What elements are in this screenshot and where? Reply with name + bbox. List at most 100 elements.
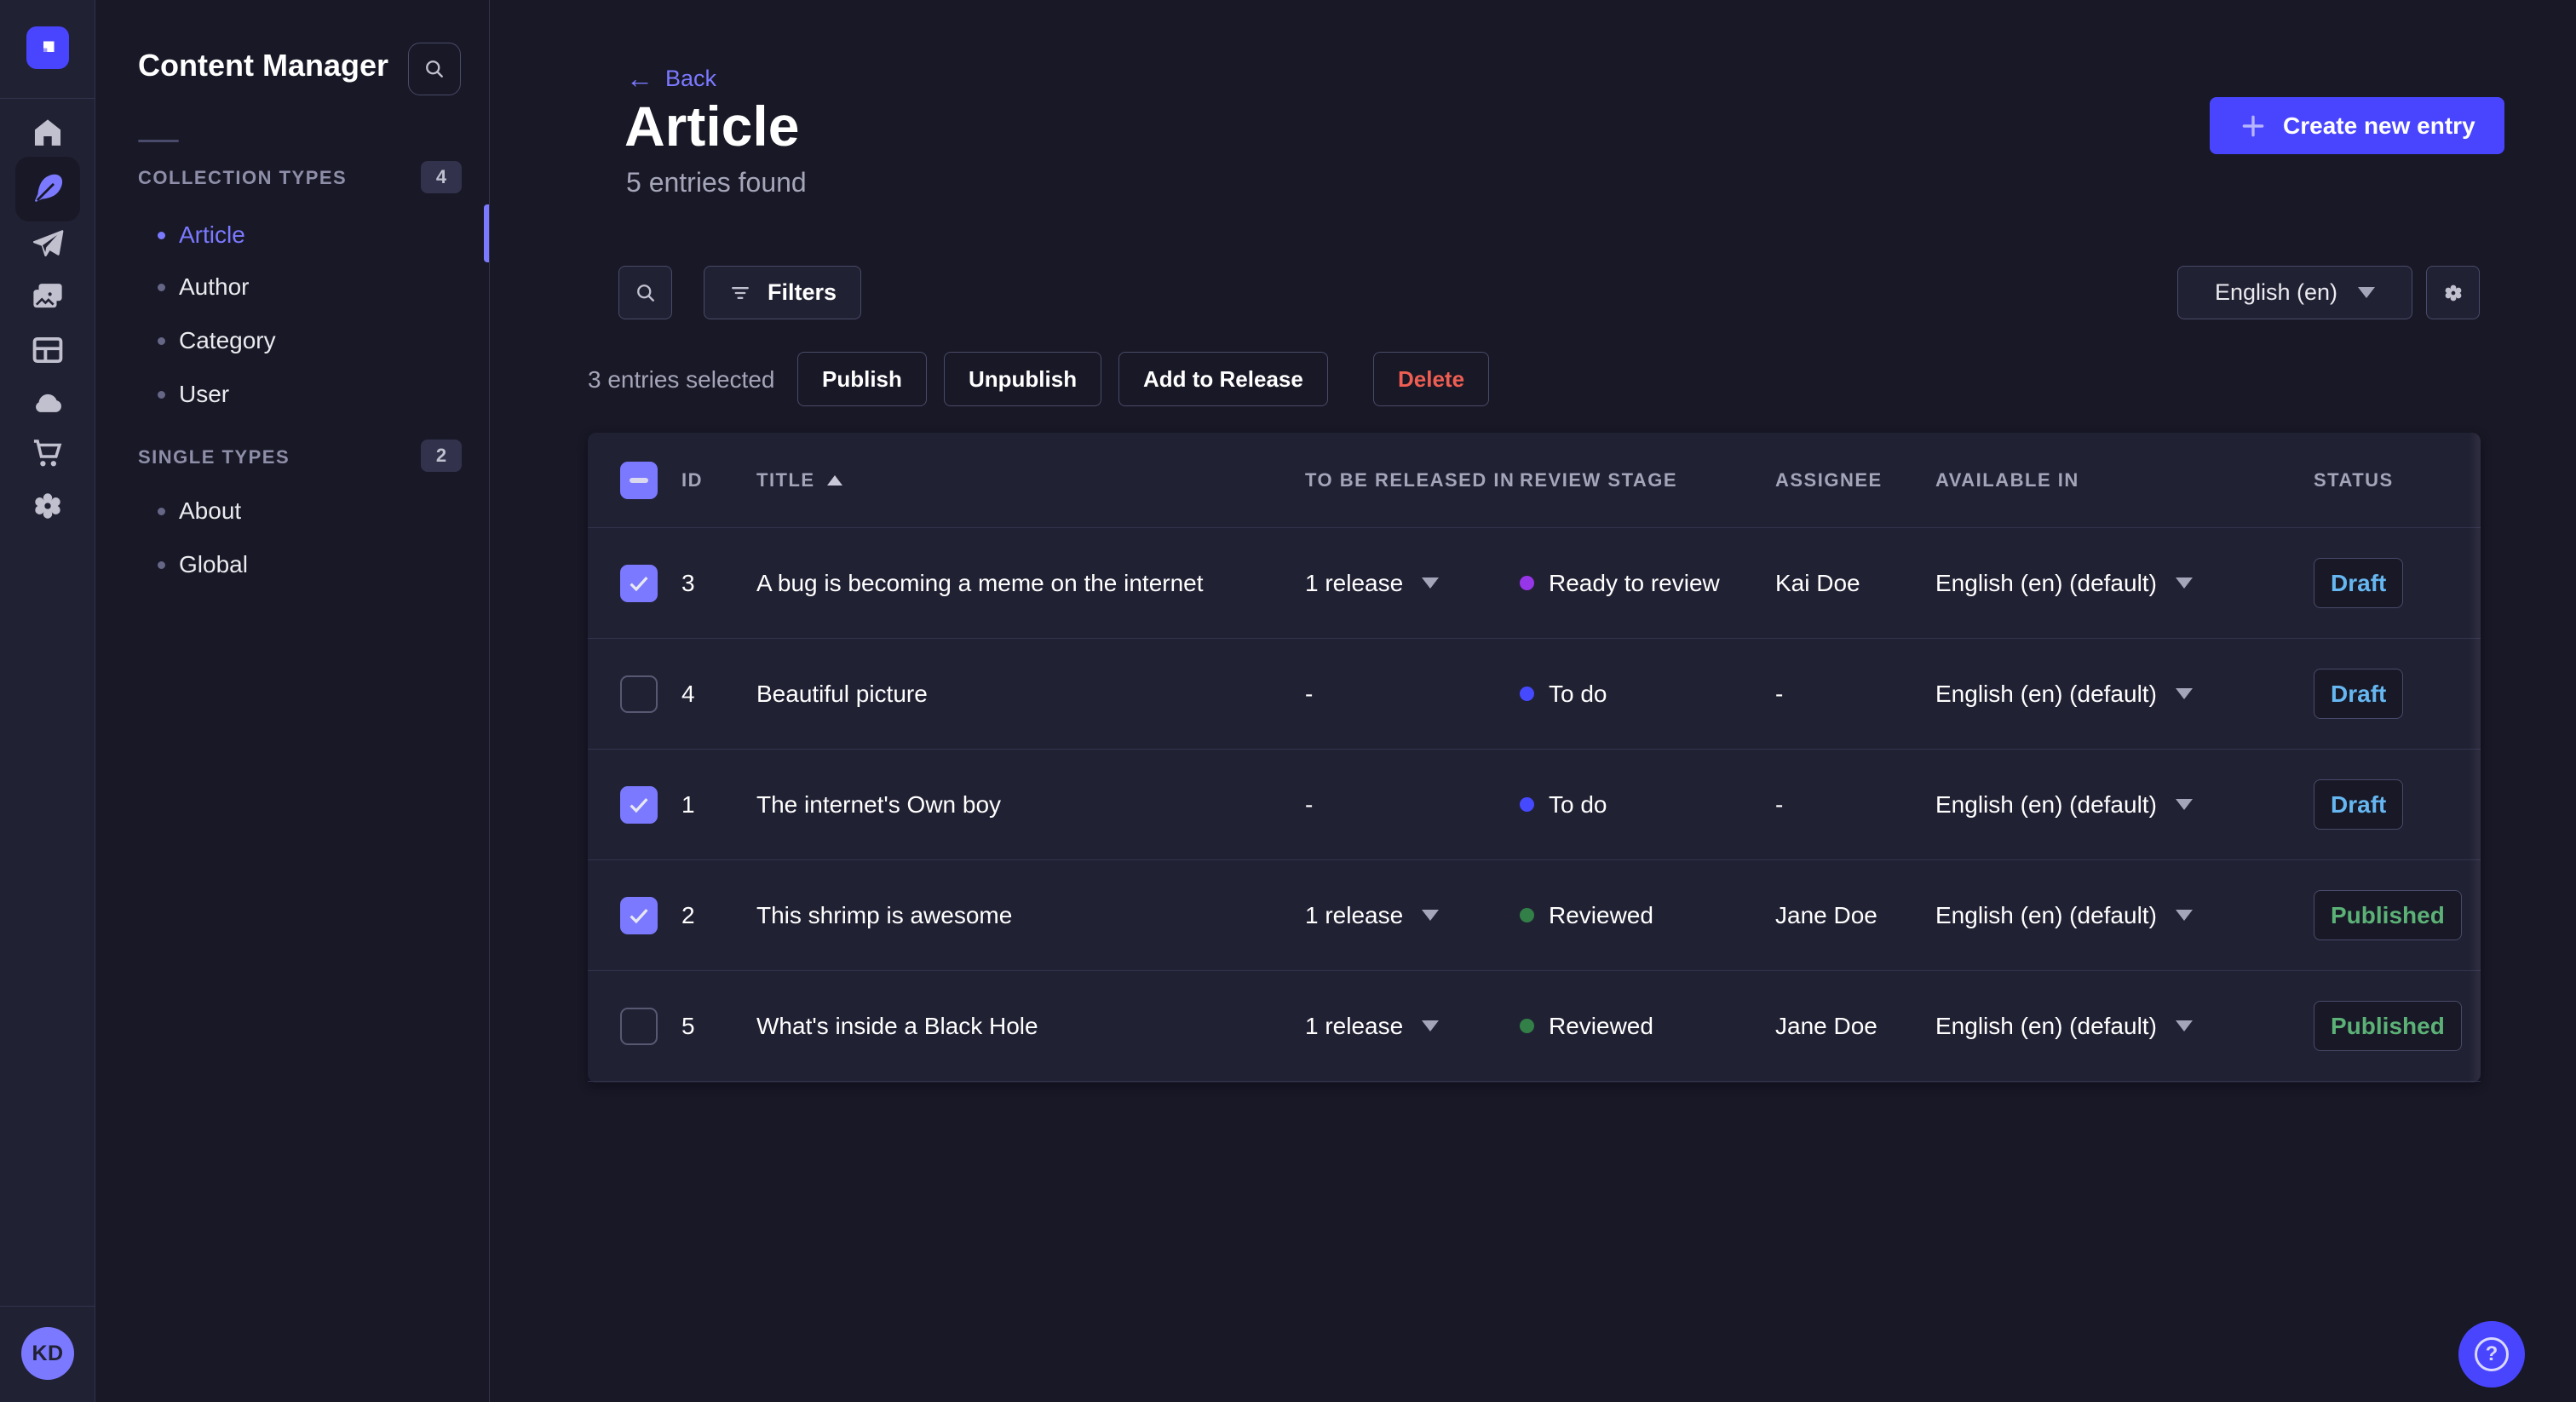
cell-release[interactable]: - bbox=[1305, 681, 1520, 708]
back-link[interactable]: ← Back bbox=[626, 65, 716, 92]
sidebar-media-library-button[interactable] bbox=[15, 272, 80, 321]
review-stage-dot bbox=[1520, 1019, 1534, 1033]
review-stage-dot bbox=[1520, 797, 1534, 812]
collection-types-count-badge: 4 bbox=[421, 161, 462, 193]
list-search-button[interactable] bbox=[618, 266, 672, 319]
sidebar-cloud-button[interactable] bbox=[15, 377, 80, 427]
table-row[interactable]: 1 The internet's Own boy - To do - Engli… bbox=[588, 750, 2481, 860]
cell-review-stage: To do bbox=[1520, 791, 1775, 819]
subnav-search-button[interactable] bbox=[408, 43, 461, 95]
table-row[interactable]: 2 This shrimp is awesome 1 release Revie… bbox=[588, 860, 2481, 971]
review-stage-dot bbox=[1520, 687, 1534, 701]
sidebar-item-user[interactable]: User bbox=[95, 372, 489, 417]
gear-icon bbox=[35, 493, 60, 519]
check-icon bbox=[630, 908, 648, 923]
bullet-icon bbox=[158, 390, 165, 399]
cell-review-stage: Reviewed bbox=[1520, 902, 1775, 929]
sidebar-item-author[interactable]: Author bbox=[95, 265, 489, 309]
selection-count-text: 3 entries selected bbox=[588, 366, 775, 393]
cell-review-stage: To do bbox=[1520, 681, 1775, 708]
cell-available-in[interactable]: English (en) (default) bbox=[1935, 681, 2314, 708]
sidebar-marketplace-button[interactable] bbox=[15, 428, 80, 478]
row-checkbox[interactable] bbox=[620, 564, 658, 602]
plus-icon bbox=[2242, 115, 2264, 136]
sidebar-content-manager-button[interactable] bbox=[15, 157, 80, 221]
cell-available-in[interactable]: English (en) (default) bbox=[1935, 570, 2314, 597]
column-header-title[interactable]: TITLE bbox=[756, 469, 1305, 491]
cell-id: 3 bbox=[681, 569, 695, 596]
cell-available-in[interactable]: English (en) (default) bbox=[1935, 1013, 2314, 1040]
filter-icon bbox=[732, 286, 749, 299]
unpublish-button[interactable]: Unpublish bbox=[944, 352, 1102, 406]
row-checkbox[interactable] bbox=[620, 675, 658, 713]
help-button[interactable]: ? bbox=[2458, 1321, 2525, 1388]
row-checkbox[interactable] bbox=[620, 1007, 658, 1045]
user-avatar[interactable]: KD bbox=[21, 1327, 74, 1380]
bullet-icon bbox=[158, 231, 165, 239]
check-icon bbox=[630, 576, 648, 591]
cell-assignee: Jane Doe bbox=[1775, 901, 1877, 928]
status-badge: Draft bbox=[2314, 669, 2404, 719]
active-item-indicator bbox=[484, 204, 489, 262]
cell-assignee: - bbox=[1775, 680, 1784, 707]
column-header-id: ID bbox=[681, 468, 703, 491]
strapi-logo[interactable] bbox=[26, 26, 69, 69]
review-stage-dot bbox=[1520, 576, 1534, 590]
delete-button[interactable]: Delete bbox=[1373, 352, 1490, 406]
locale-caret-icon bbox=[2175, 910, 2193, 921]
cell-available-in[interactable]: English (en) (default) bbox=[1935, 902, 2314, 929]
sidebar-releases-button[interactable] bbox=[15, 220, 80, 269]
cell-release[interactable]: 1 release bbox=[1305, 570, 1520, 597]
home-icon bbox=[34, 119, 61, 146]
sort-ascending-icon bbox=[826, 474, 842, 486]
filters-button[interactable]: Filters bbox=[704, 266, 862, 319]
cell-release[interactable]: 1 release bbox=[1305, 902, 1520, 929]
cell-assignee: Kai Doe bbox=[1775, 569, 1860, 596]
table-row[interactable]: 3 A bug is becoming a meme on the intern… bbox=[588, 528, 2481, 639]
sidebar-divider bbox=[0, 98, 95, 99]
view-settings-button[interactable] bbox=[2426, 266, 2480, 319]
cell-id: 1 bbox=[681, 790, 695, 818]
sidebar-item-article[interactable]: Article bbox=[95, 213, 489, 257]
cell-title: A bug is becoming a meme on the internet bbox=[756, 569, 1204, 596]
section-collection-types: COLLECTION TYPES bbox=[138, 167, 348, 188]
locale-select[interactable]: English (en) bbox=[2177, 266, 2412, 319]
column-header-review-stage: REVIEW STAGE bbox=[1520, 468, 1678, 491]
add-to-release-button[interactable]: Add to Release bbox=[1118, 352, 1328, 406]
cell-release[interactable]: 1 release bbox=[1305, 1013, 1520, 1040]
bullet-icon bbox=[158, 507, 165, 515]
sidebar-content-type-builder-button[interactable] bbox=[15, 325, 80, 375]
indeterminate-dash-icon bbox=[630, 477, 648, 483]
back-label: Back bbox=[665, 65, 717, 91]
select-all-checkbox[interactable] bbox=[620, 461, 658, 499]
publish-button[interactable]: Publish bbox=[797, 352, 927, 406]
table-header-row: ID TITLE TO BE RELEASED IN REVIEW STAGE … bbox=[588, 433, 2481, 528]
row-checkbox[interactable] bbox=[620, 896, 658, 934]
create-new-entry-button[interactable]: Create new entry bbox=[2210, 97, 2504, 154]
sidebar-home-button[interactable] bbox=[15, 108, 80, 158]
locale-caret-icon bbox=[2175, 799, 2193, 810]
feather-icon bbox=[35, 174, 63, 202]
table-row[interactable]: 4 Beautiful picture - To do - English (e… bbox=[588, 639, 2481, 750]
cell-review-stage: Reviewed bbox=[1520, 1013, 1775, 1040]
subnav-title: Content Manager bbox=[138, 48, 389, 83]
cart-icon bbox=[33, 440, 62, 467]
cell-review-stage: Ready to review bbox=[1520, 570, 1775, 597]
sidebar-settings-button[interactable] bbox=[15, 481, 80, 531]
column-header-assignee: ASSIGNEE bbox=[1775, 468, 1883, 491]
row-checkbox[interactable] bbox=[620, 785, 658, 824]
sidebar-item-about[interactable]: About bbox=[95, 489, 489, 533]
search-icon bbox=[636, 284, 654, 302]
entries-table: ID TITLE TO BE RELEASED IN REVIEW STAGE … bbox=[588, 433, 2481, 1083]
sidebar-item-global[interactable]: Global bbox=[95, 543, 489, 587]
main-content: ← Back Article 5 entries found Create ne… bbox=[491, 0, 2576, 1402]
cell-available-in[interactable]: English (en) (default) bbox=[1935, 791, 2314, 819]
locale-caret-icon bbox=[2175, 577, 2193, 589]
cell-assignee: Jane Doe bbox=[1775, 1012, 1877, 1039]
sidebar-item-category[interactable]: Category bbox=[95, 319, 489, 363]
table-row[interactable]: 5 What's inside a Black Hole 1 release R… bbox=[588, 971, 2481, 1082]
status-badge: Published bbox=[2314, 1001, 2462, 1051]
cell-id: 2 bbox=[681, 901, 695, 928]
cell-release[interactable]: - bbox=[1305, 791, 1520, 819]
review-stage-dot bbox=[1520, 908, 1534, 922]
